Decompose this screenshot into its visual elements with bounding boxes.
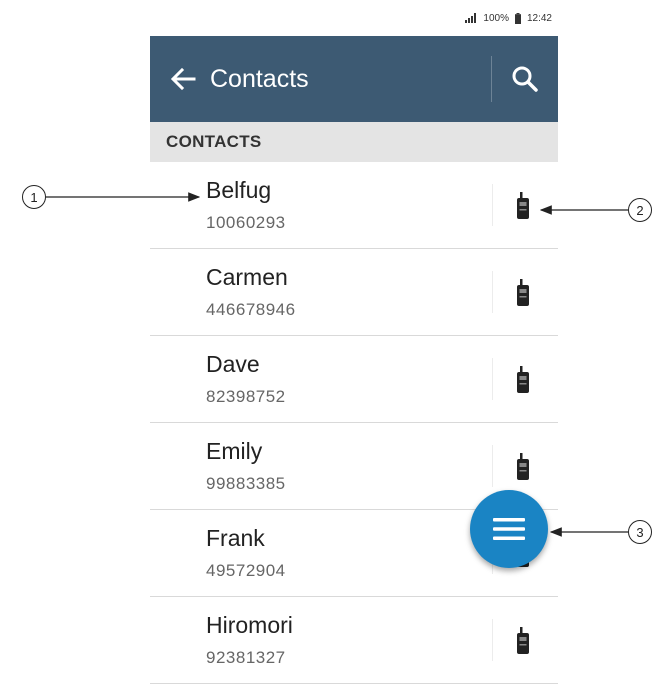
arrow-left-icon xyxy=(170,68,196,90)
contact-list: Belfug 10060293 Carmen 446678946 Dave 82… xyxy=(150,162,558,684)
contact-type-button[interactable] xyxy=(508,621,538,661)
row-divider xyxy=(492,358,493,400)
contact-type-button[interactable] xyxy=(508,360,538,400)
status-time: 12:42 xyxy=(526,12,552,24)
contact-name: Frank xyxy=(206,525,265,551)
contact-name: Belfug xyxy=(206,177,272,203)
contact-row[interactable]: Belfug 10060293 xyxy=(150,162,558,249)
radio-icon xyxy=(517,453,529,480)
contact-number: 446678946 xyxy=(206,300,296,319)
contact-row[interactable]: Dave 82398752 xyxy=(150,336,558,423)
contact-name: Carmen xyxy=(206,264,288,290)
contact-row[interactable]: Hiromori 92381327 xyxy=(150,597,558,684)
radio-icon xyxy=(517,192,529,219)
callout-3: 3 xyxy=(628,520,652,544)
status-bar: 100% 12:42 xyxy=(150,8,558,28)
contact-name: Hiromori xyxy=(206,612,293,638)
contact-number: 49572904 xyxy=(206,561,286,580)
battery-icon xyxy=(514,12,521,24)
back-button[interactable] xyxy=(168,64,198,94)
radio-icon xyxy=(517,366,529,393)
app-bar: Contacts xyxy=(150,36,558,122)
row-divider xyxy=(492,271,493,313)
row-divider xyxy=(492,445,493,487)
contact-type-button[interactable] xyxy=(508,273,538,313)
radio-icon xyxy=(517,627,529,654)
callout-2: 2 xyxy=(628,198,652,222)
signal-icon xyxy=(465,13,477,23)
contact-name: Dave xyxy=(206,351,260,377)
search-button[interactable] xyxy=(492,36,558,122)
page-title: Contacts xyxy=(210,64,309,93)
menu-icon xyxy=(493,518,525,540)
section-header: CONTACTS xyxy=(150,122,558,162)
contact-number: 10060293 xyxy=(206,213,286,232)
radio-icon xyxy=(517,279,529,306)
row-divider xyxy=(492,184,493,226)
contact-number: 92381327 xyxy=(206,648,286,667)
contact-row[interactable]: Carmen 446678946 xyxy=(150,249,558,336)
row-divider xyxy=(492,619,493,661)
contact-number: 99883385 xyxy=(206,474,286,493)
battery-level: 100% xyxy=(483,12,509,24)
contact-type-button[interactable] xyxy=(508,186,538,226)
contact-name: Emily xyxy=(206,438,263,464)
contact-type-button[interactable] xyxy=(508,447,538,487)
contact-number: 82398752 xyxy=(206,387,286,406)
callout-1: 1 xyxy=(22,185,46,209)
search-icon xyxy=(512,66,538,92)
menu-fab-button[interactable] xyxy=(470,490,548,568)
